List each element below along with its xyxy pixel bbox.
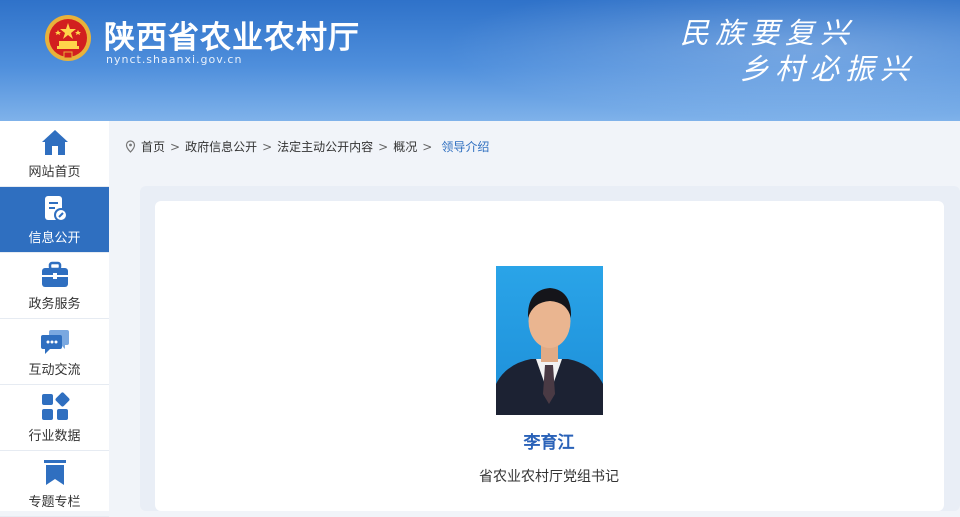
site-title[interactable]: 陕西省农业农村厅 bbox=[104, 12, 360, 57]
breadcrumb-separator: > bbox=[422, 139, 433, 154]
sidebar-item-government-services[interactable]: 政务服务 bbox=[0, 253, 109, 319]
leader-photo bbox=[496, 266, 603, 415]
site-domain: nynct.shaanxi.gov.cn bbox=[106, 53, 243, 66]
breadcrumb-separator: > bbox=[170, 139, 181, 154]
breadcrumb-separator: > bbox=[262, 139, 273, 154]
sidebar-item-label: 互动交流 bbox=[28, 362, 81, 378]
breadcrumb-legal-content-link[interactable]: 法定主动公开内容 bbox=[277, 138, 373, 155]
breadcrumb-overview-link[interactable]: 概况 bbox=[393, 138, 417, 155]
leader-name: 李育江 bbox=[523, 433, 575, 453]
home-icon bbox=[41, 129, 68, 155]
chat-icon bbox=[40, 329, 69, 354]
sidebar-item-home[interactable]: 网站首页 bbox=[0, 121, 109, 187]
breadcrumb-gov-info-link[interactable]: 政府信息公开 bbox=[185, 138, 257, 155]
sidebar-nav: 网站首页 信息公开 政务服务 互动交流 行业数据 专题专栏 bbox=[0, 121, 109, 517]
data-grid-icon bbox=[41, 392, 69, 420]
breadcrumb: 首页 > 政府信息公开 > 法定主动公开内容 > 概况 > 领导介绍 bbox=[125, 138, 489, 155]
slogan-line-2: 乡村必振兴 bbox=[740, 52, 916, 86]
sidebar-item-label: 政务服务 bbox=[28, 296, 81, 312]
leader-position: 省农业农村厅党组书记 bbox=[479, 469, 619, 485]
briefcase-icon bbox=[41, 261, 68, 287]
document-icon bbox=[44, 195, 68, 222]
sidebar-item-industry-data[interactable]: 行业数据 bbox=[0, 385, 109, 451]
sidebar-item-interaction[interactable]: 互动交流 bbox=[0, 319, 109, 385]
sidebar-item-label: 行业数据 bbox=[28, 428, 81, 444]
location-icon bbox=[125, 140, 136, 153]
sidebar-item-label: 专题专栏 bbox=[28, 494, 81, 510]
bookmark-icon bbox=[43, 459, 66, 485]
breadcrumb-current: 领导介绍 bbox=[441, 140, 490, 154]
site-header: 陕西省农业农村厅 nynct.shaanxi.gov.cn 民族要复兴 乡村必振… bbox=[0, 0, 960, 121]
breadcrumb-separator: > bbox=[378, 139, 389, 154]
national-emblem-icon[interactable] bbox=[44, 14, 92, 62]
breadcrumb-home-link[interactable]: 首页 bbox=[141, 138, 165, 155]
sidebar-item-special-topics[interactable]: 专题专栏 bbox=[0, 451, 109, 517]
sidebar-item-label: 信息公开 bbox=[28, 230, 81, 246]
sidebar-item-info-disclosure[interactable]: 信息公开 bbox=[0, 187, 109, 253]
sidebar-item-label: 网站首页 bbox=[28, 164, 81, 180]
